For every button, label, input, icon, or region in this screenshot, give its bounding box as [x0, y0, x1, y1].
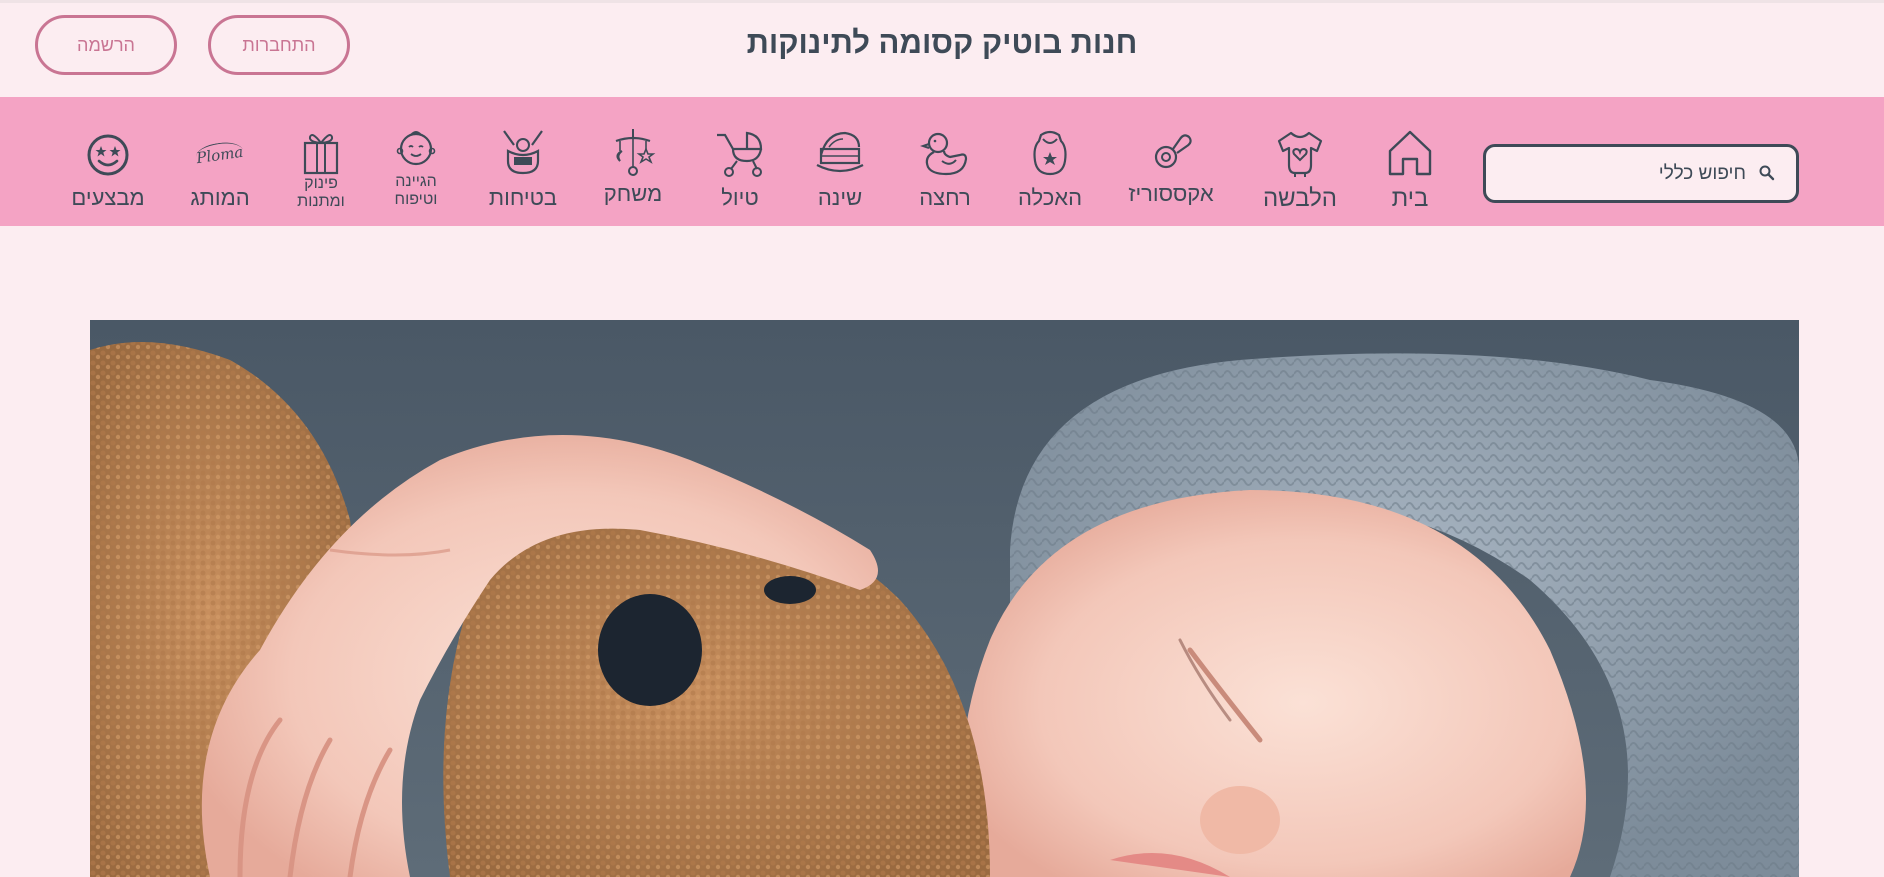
nav-label-line2: וטיפוח: [394, 191, 438, 208]
pacifier-icon: [1154, 134, 1192, 169]
nav-item-safety[interactable]: בטיחות: [483, 97, 563, 226]
smiley-star-icon: [87, 134, 129, 176]
login-button[interactable]: התחברות: [208, 15, 350, 75]
hero-image: [90, 320, 1799, 877]
category-nav: בית הלבשה אקססוריז האכלה: [0, 97, 1884, 226]
search-box[interactable]: [1483, 144, 1799, 203]
site-header: חנות בוטיק קסומה לתינוקות הרשמה התחברות: [0, 3, 1884, 97]
nav-label: אקססוריז: [1128, 181, 1214, 206]
baby-face-icon: [396, 131, 436, 166]
cradle-icon: [816, 131, 864, 173]
nav-label: שינה: [817, 185, 863, 210]
nav-label: הלבשה: [1262, 185, 1338, 212]
nav-item-travel[interactable]: טיול: [705, 97, 775, 226]
nav-label: רחצה: [919, 185, 971, 210]
nav-label-line1: פינוק: [304, 175, 338, 192]
nav-item-accessories[interactable]: אקססוריז: [1125, 97, 1217, 226]
mobile-toy-icon: [615, 129, 656, 176]
nav-item-home[interactable]: בית: [1380, 97, 1440, 226]
home-icon: [1388, 130, 1432, 176]
gift-icon: [303, 134, 339, 175]
onesie-icon: [1277, 131, 1323, 177]
register-button[interactable]: הרשמה: [35, 15, 177, 75]
nav-label: בית: [1391, 185, 1429, 212]
search-icon: [1759, 165, 1775, 181]
nav-label: המותג: [190, 185, 250, 210]
baby-carrier-icon: [503, 130, 543, 175]
nav-label: בטיחות: [488, 185, 558, 210]
nav-label-line1: הגיינה: [395, 173, 437, 190]
nav-item-play[interactable]: משחק: [598, 97, 668, 226]
rubber-duck-icon: [920, 132, 968, 176]
nav-label: האכלה: [1017, 185, 1083, 210]
nav-label: פינוק ומתנות: [297, 175, 345, 211]
nav-label-line2: ומתנות: [297, 193, 345, 210]
nav-item-clothing[interactable]: הלבשה: [1255, 97, 1345, 226]
nav-item-hygiene[interactable]: הגיינה וטיפוח: [390, 97, 442, 226]
nav-item-feeding[interactable]: האכלה: [1010, 97, 1090, 226]
nav-label: מבצעים: [71, 185, 145, 210]
nav-label: הגיינה וטיפוח: [395, 173, 438, 209]
brand-logo-text: Ploma: [195, 139, 245, 167]
nav-item-sales[interactable]: מבצעים: [71, 97, 145, 226]
nav-item-brand[interactable]: Ploma המותג: [185, 97, 255, 226]
bib-icon: [1033, 130, 1067, 176]
sleeping-baby-illustration: [90, 320, 1799, 877]
nav-item-gifts[interactable]: פינוק ומתנות: [293, 97, 349, 226]
search-input[interactable]: [1496, 147, 1746, 200]
nav-label: טיול: [721, 185, 759, 210]
stroller-icon: [717, 131, 763, 177]
nav-label: משחק: [603, 181, 663, 206]
nav-item-bath[interactable]: רחצה: [910, 97, 980, 226]
ploma-logo-icon: Ploma: [195, 127, 245, 179]
nav-item-sleep[interactable]: שינה: [805, 97, 875, 226]
